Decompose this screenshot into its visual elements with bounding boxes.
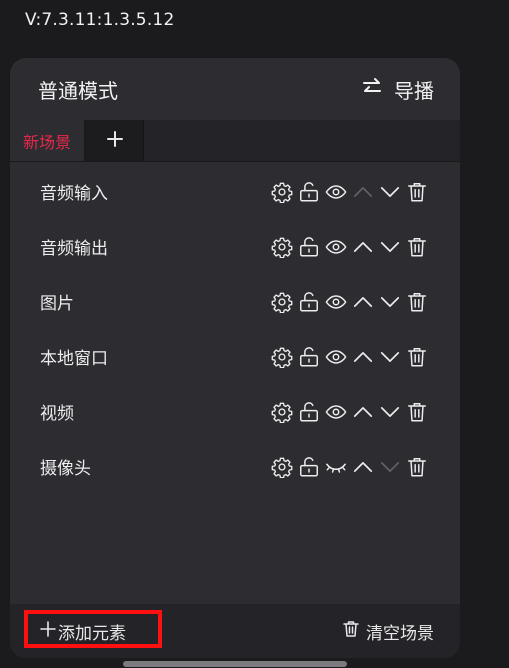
move-up-icon[interactable]	[352, 456, 374, 478]
delete-trash-icon[interactable]	[406, 236, 428, 258]
element-label: 图片	[40, 294, 74, 314]
trash-icon	[342, 620, 360, 643]
add-element-label: 添加元素	[58, 623, 126, 644]
list-item[interactable]: 摄像头	[10, 439, 460, 494]
swap-arrows-icon	[362, 77, 382, 102]
settings-gear-icon[interactable]	[271, 456, 293, 478]
eye-icon[interactable]	[325, 181, 347, 203]
director-switch-label: 导播	[394, 78, 434, 103]
move-down-icon[interactable]	[379, 401, 401, 423]
delete-trash-icon[interactable]	[406, 456, 428, 478]
delete-trash-icon[interactable]	[406, 181, 428, 203]
settings-gear-icon[interactable]	[271, 346, 293, 368]
move-down-icon[interactable]	[379, 291, 401, 313]
add-element-button[interactable]: 添加元素	[40, 619, 126, 644]
eye-icon[interactable]	[325, 401, 347, 423]
element-label: 音频输入	[40, 184, 108, 204]
element-actions	[271, 181, 428, 203]
unlock-icon[interactable]	[298, 236, 320, 258]
mode-title: 普通模式	[38, 78, 118, 103]
version-label: V:7.3.11:1.3.5.12	[25, 10, 175, 30]
delete-trash-icon[interactable]	[406, 346, 428, 368]
move-down-icon	[379, 456, 401, 478]
clear-scene-label: 清空场景	[366, 623, 434, 644]
list-item[interactable]: 音频输入	[10, 164, 460, 219]
plus-icon	[40, 620, 56, 642]
move-up-icon[interactable]	[352, 401, 374, 423]
list-item[interactable]: 本地窗口	[10, 329, 460, 384]
element-actions	[271, 456, 428, 478]
move-up-icon[interactable]	[352, 291, 374, 313]
plus-icon	[106, 130, 124, 152]
scene-panel: 普通模式 导播 新场景 音频输入音频输出图片本地窗口视频摄像头 添加元素	[10, 58, 460, 658]
element-label: 本地窗口	[40, 349, 108, 369]
element-actions	[271, 291, 428, 313]
element-actions	[271, 401, 428, 423]
eye-icon[interactable]	[325, 236, 347, 258]
unlock-icon[interactable]	[298, 401, 320, 423]
list-item[interactable]: 视频	[10, 384, 460, 439]
add-scene-button[interactable]	[86, 120, 144, 161]
settings-gear-icon[interactable]	[271, 291, 293, 313]
element-list: 音频输入音频输出图片本地窗口视频摄像头	[10, 162, 460, 494]
delete-trash-icon[interactable]	[406, 291, 428, 313]
element-actions	[271, 346, 428, 368]
unlock-icon[interactable]	[298, 456, 320, 478]
settings-gear-icon[interactable]	[271, 401, 293, 423]
delete-trash-icon[interactable]	[406, 401, 428, 423]
panel-header: 普通模式 导播	[10, 58, 460, 120]
clear-scene-button[interactable]: 清空场景	[342, 619, 434, 644]
horizontal-scrollbar[interactable]	[123, 661, 347, 667]
element-label: 视频	[40, 404, 74, 424]
element-actions	[271, 236, 428, 258]
settings-gear-icon[interactable]	[271, 236, 293, 258]
unlock-icon[interactable]	[298, 181, 320, 203]
eye-icon[interactable]	[325, 291, 347, 313]
list-item[interactable]: 音频输出	[10, 219, 460, 274]
panel-footer: 添加元素 清空场景	[10, 604, 460, 658]
list-item[interactable]: 图片	[10, 274, 460, 329]
tab-new-scene[interactable]: 新场景	[10, 120, 86, 161]
eye-icon[interactable]	[325, 346, 347, 368]
eye-closed-icon[interactable]	[325, 456, 347, 478]
unlock-icon[interactable]	[298, 346, 320, 368]
unlock-icon[interactable]	[298, 291, 320, 313]
move-down-icon[interactable]	[379, 236, 401, 258]
move-down-icon[interactable]	[379, 346, 401, 368]
move-up-icon[interactable]	[352, 236, 374, 258]
settings-gear-icon[interactable]	[271, 181, 293, 203]
element-label: 音频输出	[40, 239, 108, 259]
director-switch-button[interactable]: 导播	[362, 75, 434, 104]
move-up-icon[interactable]	[352, 346, 374, 368]
scene-tabs: 新场景	[10, 120, 460, 162]
move-down-icon[interactable]	[379, 181, 401, 203]
move-up-icon	[352, 181, 374, 203]
element-label: 摄像头	[40, 459, 91, 479]
